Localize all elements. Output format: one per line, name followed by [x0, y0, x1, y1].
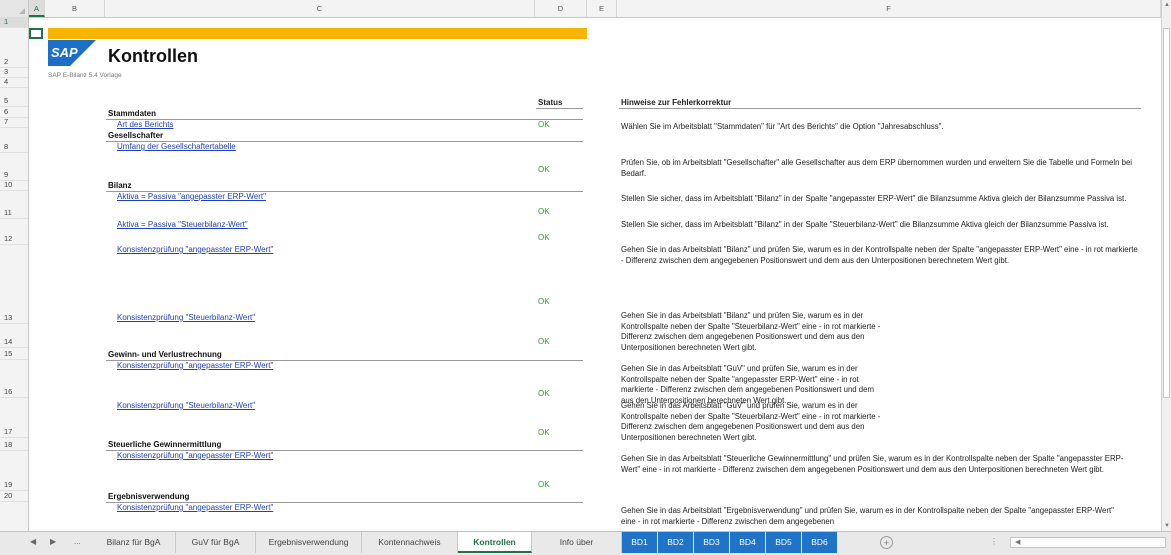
row-header-5[interactable]: 5 — [0, 88, 28, 107]
add-sheet-plus-icon[interactable]: + — [880, 536, 893, 549]
scroll-up-arrow-icon[interactable]: ▲ — [1162, 0, 1171, 10]
column-header-c[interactable]: C — [105, 0, 535, 17]
check-link-konsistenz-bilanz-steuer[interactable]: Konsistenzprüfung "Steuerbilanz-Wert" — [117, 313, 255, 322]
row-header-18[interactable]: 18 — [0, 438, 28, 451]
row-header-2[interactable]: 2 — [0, 28, 28, 68]
row-header-13[interactable]: 13 — [0, 245, 28, 324]
hint-text: Gehen Sie in das Arbeitsblatt "Bilanz" u… — [621, 245, 1138, 265]
tab-bd1[interactable]: BD1 — [622, 532, 658, 553]
status-ok: OK — [538, 207, 550, 216]
status-header-underline — [536, 108, 583, 109]
hints-header-underline — [619, 108, 1141, 109]
section-guv: Gewinn- und Verlustrechnung — [108, 350, 222, 359]
tab-overflow-more-icon[interactable]: ... — [74, 537, 81, 546]
check-link-aktiva-passiva-steuerbilanz[interactable]: Aktiva = Passiva "Steuerbilanz-Wert" — [117, 220, 248, 229]
check-link-konsistenz-guv-erp[interactable]: Konsistenzprüfung "angepasster ERP-Wert" — [117, 361, 273, 370]
column-header-d[interactable]: D — [535, 0, 587, 17]
tab-bilanz-fuer-bga[interactable]: Bilanz für BgA — [92, 532, 176, 553]
tab-kontrollen[interactable]: Kontrollen — [458, 532, 532, 553]
check-link-konsistenz-ergebnis-erp[interactable]: Konsistenzprüfung "angepasster ERP-Wert" — [117, 503, 273, 512]
tab-scroll-prev-icon[interactable]: ◀ — [30, 537, 36, 546]
hints-column-header: Hinweise zur Fehlerkorrektur — [621, 98, 732, 107]
check-link-gesellschaftertabelle[interactable]: Umfang der Gesellschaftertabelle — [117, 142, 236, 151]
template-version-label: SAP E-Bilanz 5.4 Vorlage — [48, 72, 122, 79]
check-link-art-des-berichts[interactable]: Art des Berichts — [117, 120, 173, 129]
vertical-scrollbar[interactable]: ▲ ▼ — [1161, 0, 1171, 531]
hint-text: Prüfen Sie, ob im Arbeitsblatt "Gesellsc… — [621, 158, 1133, 178]
section-gesellschafter: Gesellschafter — [108, 131, 164, 140]
column-header-bar: A B C D E F — [0, 0, 1161, 18]
section-bilanz: Bilanz — [108, 181, 132, 190]
row-header-bar: 1 2 3 4 5 6 7 8 9 10 11 12 13 14 15 16 1… — [0, 17, 29, 531]
row-header-20[interactable]: 20 — [0, 491, 28, 502]
row-header-7[interactable]: 7 — [0, 117, 28, 128]
check-link-aktiva-passiva-erp[interactable]: Aktiva = Passiva "angepasster ERP-Wert" — [117, 192, 266, 201]
status-ok: OK — [538, 165, 550, 174]
tab-ergebnisverwendung[interactable]: Ergebnisverwendung — [256, 532, 362, 553]
tab-scroll-next-icon[interactable]: ▶ — [50, 537, 56, 546]
section-divider — [106, 119, 583, 120]
row-header-11[interactable]: 11 — [0, 191, 28, 219]
active-cell-a1[interactable] — [29, 28, 43, 39]
check-link-konsistenz-guv-steuer[interactable]: Konsistenzprüfung "Steuerbilanz-Wert" — [117, 401, 255, 410]
tab-splitter-handle-icon[interactable]: ⋮ — [990, 537, 998, 546]
sap-logo-text: SAP — [51, 45, 78, 60]
row-header-19[interactable]: 19 — [0, 451, 28, 491]
status-ok: OK — [538, 120, 550, 129]
row-header-14[interactable]: 14 — [0, 324, 28, 348]
row-header-1[interactable]: 1 — [0, 17, 28, 28]
scroll-down-arrow-icon[interactable]: ▼ — [1162, 521, 1171, 531]
section-steuerliche-gewinnermittlung: Steuerliche Gewinnermittlung — [108, 440, 222, 449]
hint-text: Gehen Sie in das Arbeitsblatt "Steuerlic… — [621, 454, 1124, 474]
hint-text: Gehen Sie in das Arbeitsblatt "Bilanz" u… — [621, 311, 881, 352]
row-header-17[interactable]: 17 — [0, 398, 28, 438]
brand-header-bar — [48, 28, 587, 39]
row-header-15[interactable]: 15 — [0, 348, 28, 360]
status-ok: OK — [538, 337, 550, 346]
page-title: Kontrollen — [108, 46, 198, 66]
sheet-tab-bar: ◀ ▶ ... Bilanz für BgA GuV für BgA Ergeb… — [0, 531, 1171, 555]
hint-text: Stellen Sie sicher, dass im Arbeitsblatt… — [621, 220, 1109, 229]
status-column-header: Status — [538, 98, 563, 107]
status-ok: OK — [538, 233, 550, 242]
select-all-corner[interactable] — [0, 0, 29, 17]
row-header-16[interactable]: 16 — [0, 360, 28, 398]
select-all-triangle-icon — [19, 8, 25, 14]
scroll-left-arrow-icon[interactable]: ◀ — [1015, 538, 1020, 548]
row-header-8[interactable]: 8 — [0, 128, 28, 153]
sap-logo: SAP — [48, 40, 96, 66]
row-header-12[interactable]: 12 — [0, 219, 28, 245]
hint-text: Gehen Sie in das Arbeitsblatt "Ergebnisv… — [621, 506, 1114, 526]
hint-text: Gehen Sie in das Arbeitsblatt "GuV" und … — [621, 401, 881, 442]
column-header-b[interactable]: B — [45, 0, 105, 17]
check-link-konsistenz-bilanz-erp[interactable]: Konsistenzprüfung "angepasster ERP-Wert" — [117, 245, 273, 254]
tab-bd3[interactable]: BD3 — [694, 532, 730, 553]
row-header-10[interactable]: 10 — [0, 180, 28, 191]
status-ok: OK — [538, 297, 550, 306]
status-ok: OK — [538, 389, 550, 398]
horizontal-scrollbar[interactable]: ◀ ▶ — [1010, 537, 1166, 548]
tab-bd2[interactable]: BD2 — [658, 532, 694, 553]
hint-text: Stellen Sie sicher, dass im Arbeitsblatt… — [621, 194, 1127, 203]
check-link-konsistenz-steuer-erp[interactable]: Konsistenzprüfung "angepasster ERP-Wert" — [117, 451, 273, 460]
column-header-f[interactable]: F — [617, 0, 1161, 17]
tab-kontennachweis[interactable]: Kontennachweis — [362, 532, 458, 553]
tab-bd6[interactable]: BD6 — [802, 532, 838, 553]
tab-guv-fuer-bga[interactable]: GuV für BgA — [176, 532, 256, 553]
tab-info-ueber[interactable]: Info über — [532, 532, 622, 553]
tab-bd5[interactable]: BD5 — [766, 532, 802, 553]
tab-bd4[interactable]: BD4 — [730, 532, 766, 553]
column-header-e[interactable]: E — [587, 0, 617, 17]
status-ok: OK — [538, 480, 550, 489]
section-ergebnisverwendung: Ergebnisverwendung — [108, 492, 190, 501]
row-header-4[interactable]: 4 — [0, 77, 28, 88]
hint-text: Gehen Sie in das Arbeitsblatt "GuV" und … — [621, 364, 874, 405]
row-header-9[interactable]: 9 — [0, 153, 28, 181]
column-header-a[interactable]: A — [29, 0, 45, 17]
hint-text: Wählen Sie im Arbeitsblatt "Stammdaten" … — [621, 122, 944, 131]
vertical-scroll-thumb[interactable] — [1163, 28, 1170, 398]
status-ok: OK — [538, 428, 550, 437]
section-stammdaten: Stammdaten — [108, 109, 157, 118]
